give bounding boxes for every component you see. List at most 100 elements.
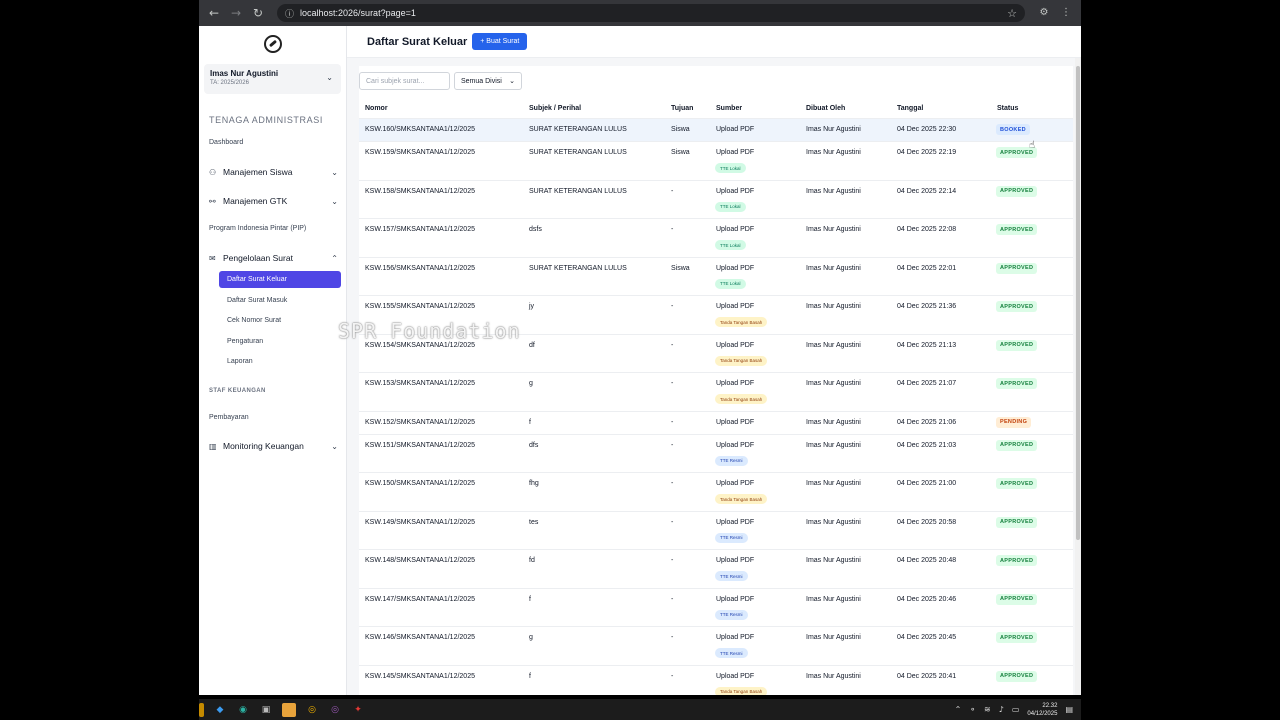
- user-academic-year: TA: 2025/2026: [210, 80, 249, 86]
- table-row[interactable]: KSW.159/SMKSANTANA1/12/2025 SURAT KETERAN…: [359, 142, 1073, 181]
- microphone-icon[interactable]: ⚬: [969, 705, 976, 714]
- vscode-icon[interactable]: ◆: [213, 703, 227, 717]
- surat-table: Nomor Subjek / Perihal Tujuan Sumber Dib…: [359, 99, 1073, 695]
- sidebar-item-pengaturan[interactable]: Pengaturan: [219, 333, 341, 350]
- system-tray: ⌃ ⚬ ≋ ♪ ▭ 22.32 04/12/2025 ▤: [955, 702, 1081, 718]
- status-badge: APPROVED: [996, 670, 1038, 682]
- table-row[interactable]: KSW.148/SMKSANTANA1/12/2025 fd - Upload PDF…: [359, 550, 1073, 589]
- table-row[interactable]: KSW.156/SMKSANTANA1/12/2025 SURAT KETERAN…: [359, 258, 1073, 296]
- wifi-icon[interactable]: ≋: [984, 705, 991, 714]
- volume-icon[interactable]: ♪: [999, 705, 1004, 714]
- cell-sumber: Upload PDF: [716, 557, 755, 564]
- cell-tanggal: 04 Dec 2025 21:03: [897, 441, 957, 449]
- status-badge: APPROVED: [996, 301, 1038, 312]
- user-switcher[interactable]: Imas Nur Agustini TA: 2025/2026 ⌄: [204, 64, 341, 94]
- column-header-nomor[interactable]: Nomor: [365, 105, 388, 112]
- column-header-tujuan[interactable]: Tujuan: [671, 105, 693, 112]
- taskbar-app-icon[interactable]: [199, 702, 204, 717]
- sidebar-item-pembayaran[interactable]: Pembayaran: [209, 414, 340, 421]
- signature-tag-tanda-tangan-basah: Tanda Tangan Basah: [715, 317, 768, 327]
- sidebar-item-manajemen-gtk[interactable]: ⚯ Manajemen GTK ⌄: [209, 196, 340, 206]
- sidebar-item-manajemen-siswa[interactable]: ⚇ Manajemen Siswa ⌄: [209, 167, 340, 177]
- table-row[interactable]: KSW.157/SMKSANTANA1/12/2025 dsfs - Upload P…: [359, 219, 1073, 258]
- cell-tujuan: -: [671, 595, 674, 603]
- reload-icon[interactable]: ↻: [249, 4, 267, 22]
- signature-tag-tanda-tangan-basah: Tanda Tangan Basah: [715, 686, 768, 695]
- taskbar: ◆ ◉ ▣ ◎ ◎ ✦ ⌃ ⚬ ≋ ♪ ▭ 22.32 04/12/2025 ▤: [199, 699, 1081, 720]
- sidebar-item-dashboard[interactable]: Dashboard: [209, 139, 340, 146]
- cell-sumber: Upload PDF: [716, 418, 755, 426]
- chrome-icon[interactable]: ◎: [305, 703, 319, 717]
- notification-icon[interactable]: ▤: [1065, 705, 1073, 714]
- files-icon[interactable]: [282, 702, 296, 717]
- back-icon[interactable]: ←: [205, 4, 223, 22]
- page-title: Daftar Surat Keluar: [367, 35, 468, 48]
- menu-kebab-icon[interactable]: ⋮: [1057, 4, 1075, 22]
- table-row[interactable]: KSW.158/SMKSANTANA1/12/2025 SURAT KETERAN…: [359, 181, 1073, 219]
- cell-tujuan: -: [671, 480, 674, 487]
- app-layout: Imas Nur Agustini TA: 2025/2026 ⌄ TENAGA…: [199, 26, 1081, 695]
- column-header-status[interactable]: Status: [997, 105, 1018, 112]
- cell-tanggal: 04 Dec 2025 21:13: [897, 341, 957, 349]
- clock[interactable]: 22.32 04/12/2025: [1027, 702, 1057, 718]
- cell-sumber: Upload PDF: [716, 480, 755, 487]
- sidebar-item-label: Pembayaran: [209, 414, 249, 421]
- scrollbar[interactable]: [1075, 58, 1081, 695]
- table-row[interactable]: KSW.149/SMKSANTANA1/12/2025 tes - Upload PD…: [359, 512, 1073, 550]
- signature-tag-tte-lokal: TTE Lokal: [715, 201, 746, 212]
- cell-nomor: KSW.146/SMKSANTANA1/12/2025: [365, 634, 475, 641]
- site-info-icon[interactable]: ⓘ: [285, 7, 294, 20]
- status-badge: APPROVED: [996, 224, 1038, 235]
- column-header-sumber[interactable]: Sumber: [716, 105, 742, 112]
- chevron-up-icon[interactable]: ⌃: [955, 705, 962, 714]
- cell-oleh: Imas Nur Agustini: [806, 418, 861, 426]
- cell-tujuan: -: [671, 226, 674, 233]
- cell-oleh: Imas Nur Agustini: [806, 672, 861, 680]
- table-row[interactable]: KSW.145/SMKSANTANA1/12/2025 f - Upload PDF I…: [359, 666, 1073, 695]
- sidebar-item-label: Manajemen GTK: [223, 196, 288, 206]
- address-bar[interactable]: ⓘ localhost:2026/surat?page=1 ☆: [277, 4, 1025, 22]
- divisi-select[interactable]: Semua Divisi ⌄: [454, 72, 522, 90]
- pdf-app-icon[interactable]: ✦: [351, 703, 365, 717]
- app-window-icon[interactable]: ▣: [259, 703, 273, 717]
- signature-tag-tte-resmi: TTE Resmi: [715, 455, 748, 466]
- table-row[interactable]: KSW.152/SMKSANTANA1/12/2025 f - Upload PDF I…: [359, 412, 1073, 435]
- chevron-down-icon: ⌄: [331, 441, 338, 451]
- edge-icon[interactable]: ◉: [236, 703, 250, 717]
- cell-nomor: KSW.153/SMKSANTANA1/12/2025: [365, 380, 475, 387]
- table-row[interactable]: KSW.160/SMKSANTANA1/12/2025 SURAT KETERAN…: [359, 119, 1073, 142]
- sidebar-item-daftar-surat-masuk[interactable]: Daftar Surat Masuk: [219, 292, 341, 309]
- chevron-up-icon: ⌃: [331, 253, 338, 263]
- cell-oleh: Imas Nur Agustini: [806, 380, 861, 387]
- table-row[interactable]: KSW.151/SMKSANTANA1/12/2025 dfs - Upload PD…: [359, 435, 1073, 473]
- sidebar-item-daftar-surat-keluar[interactable]: Daftar Surat Keluar: [219, 271, 341, 288]
- chrome-profile-icon[interactable]: ◎: [328, 703, 342, 717]
- signature-tag-tte-lokal: TTE Lokal: [715, 240, 746, 250]
- table-row[interactable]: KSW.150/SMKSANTANA1/12/2025 fhg - Upload PD…: [359, 473, 1073, 512]
- cell-tujuan: -: [671, 672, 674, 680]
- sidebar-item-laporan[interactable]: Laporan: [219, 353, 341, 370]
- table-row[interactable]: KSW.153/SMKSANTANA1/12/2025 g - Upload PDF I…: [359, 373, 1073, 412]
- bookmark-star-icon[interactable]: ☆: [1007, 7, 1017, 20]
- column-header-tanggal[interactable]: Tanggal: [897, 105, 923, 112]
- table-row[interactable]: KSW.147/SMKSANTANA1/12/2025 f - Upload PDF I…: [359, 589, 1073, 627]
- column-header-subjek[interactable]: Subjek / Perihal: [529, 105, 581, 112]
- sidebar-item-monitoring-keuangan[interactable]: ▥ Monitoring Keuangan ⌄: [209, 441, 340, 451]
- cell-subjek: g: [529, 380, 533, 387]
- battery-icon[interactable]: ▭: [1012, 705, 1020, 714]
- sidebar-item-pengelolaan-surat[interactable]: ✉ Pengelolaan Surat ⌃: [209, 253, 340, 263]
- table-row[interactable]: KSW.146/SMKSANTANA1/12/2025 g - Upload PDF I…: [359, 627, 1073, 666]
- status-badge: APPROVED: [996, 478, 1038, 489]
- column-header-dibuat-oleh[interactable]: Dibuat Oleh: [806, 105, 845, 112]
- cell-oleh: Imas Nur Agustini: [806, 634, 861, 641]
- sidebar-item-pip[interactable]: Program Indonesia Pintar (PIP): [209, 225, 340, 232]
- cell-oleh: Imas Nur Agustini: [806, 595, 861, 603]
- extensions-icon[interactable]: ⚙: [1035, 4, 1053, 22]
- scroll-thumb[interactable]: [1076, 66, 1080, 540]
- create-surat-button[interactable]: + Buat Surat: [472, 33, 528, 50]
- sidebar-item-cek-nomor-surat[interactable]: Cek Nomor Surat: [219, 312, 341, 329]
- search-input[interactable]: Cari subjek surat...: [359, 72, 450, 90]
- clock-time: 22.32: [1042, 702, 1058, 709]
- table-header: Nomor Subjek / Perihal Tujuan Sumber Dib…: [359, 99, 1073, 119]
- forward-icon[interactable]: →: [227, 4, 245, 22]
